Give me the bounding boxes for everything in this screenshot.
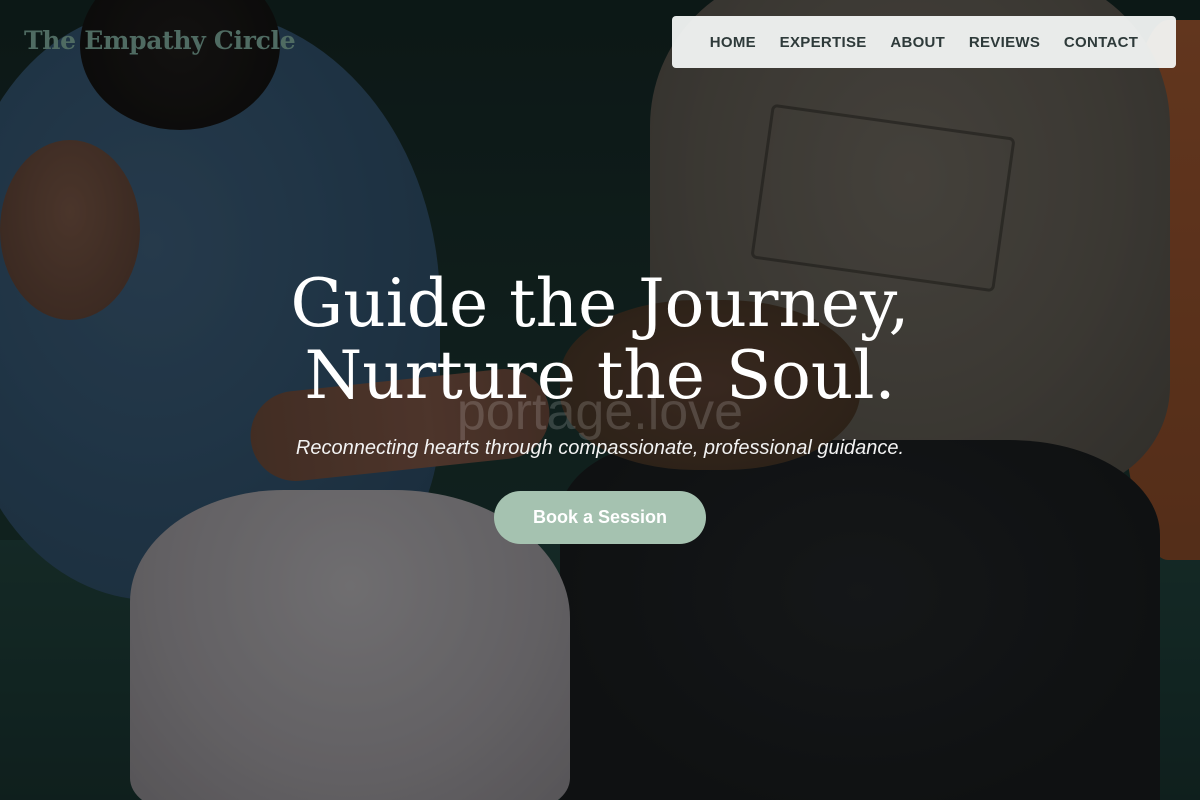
hero-title-line-1: Guide the Journey,	[290, 265, 910, 342]
nav-item-about[interactable]: ABOUT	[890, 34, 945, 51]
hero-title: Guide the Journey, Nurture the Soul.	[0, 268, 1200, 412]
book-session-button[interactable]: Book a Session	[494, 491, 706, 544]
hero-title-line-2: Nurture the Soul.	[304, 337, 896, 414]
nav-item-reviews[interactable]: REVIEWS	[969, 34, 1040, 51]
nav-item-contact[interactable]: CONTACT	[1064, 34, 1138, 51]
hero-subtitle: Reconnecting hearts through compassionat…	[295, 437, 905, 459]
main-nav: HOME EXPERTISE ABOUT REVIEWS CONTACT	[672, 16, 1176, 68]
nav-item-home[interactable]: HOME	[710, 34, 756, 51]
hero-section: The Empathy Circle HOME EXPERTISE ABOUT …	[0, 0, 1200, 800]
nav-item-expertise[interactable]: EXPERTISE	[780, 34, 867, 51]
brand-logo[interactable]: The Empathy Circle	[24, 26, 296, 55]
